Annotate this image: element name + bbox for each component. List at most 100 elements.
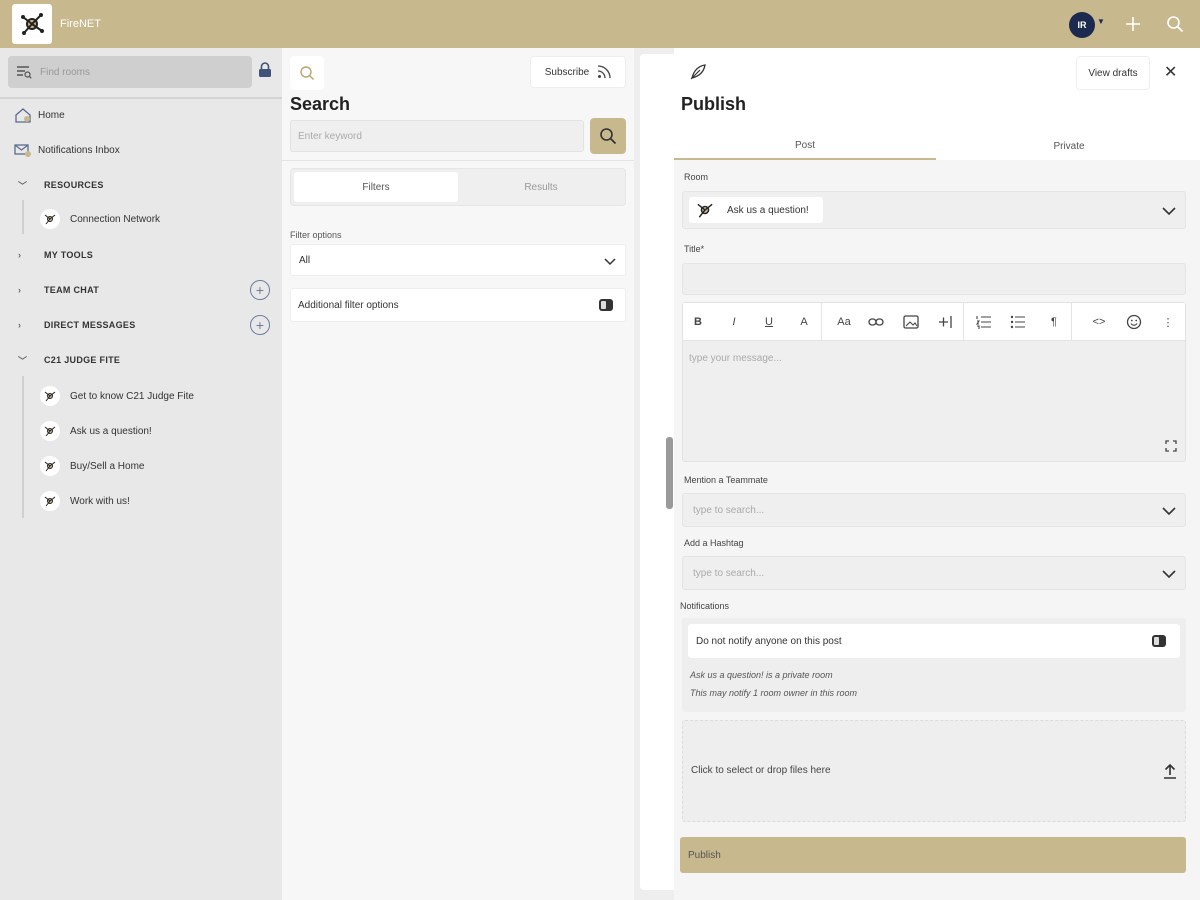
sidebar: Find rooms Home Notifications Inbox ﹀ RE…	[0, 48, 282, 900]
notify-note: Ask us a question! is a private room	[690, 670, 833, 680]
keyword-input[interactable]: Enter keyword	[290, 120, 584, 152]
search-submit-button[interactable]	[590, 118, 626, 154]
bold-button[interactable]: B	[687, 311, 709, 333]
additional-filter-row[interactable]: Additional filter options	[290, 288, 626, 322]
room-avatar-icon	[40, 456, 60, 476]
app-title: FireNET	[60, 18, 101, 30]
tab-filters[interactable]: Filters	[294, 172, 458, 202]
notify-toggle-row[interactable]: Do not notify anyone on this post	[688, 624, 1180, 658]
chevron-down-icon: ﹀	[18, 180, 28, 191]
room-label: Buy/Sell a Home	[70, 460, 145, 472]
mail-icon	[14, 144, 31, 157]
chevron-right-icon: ›	[18, 320, 22, 330]
search-icon[interactable]	[1164, 13, 1186, 35]
chevron-right-icon: ›	[18, 250, 22, 260]
room-avatar-icon	[40, 491, 60, 511]
publish-panel: View drafts ✕ Publish Post Private Room …	[674, 48, 1200, 900]
notifications-card: Do not notify anyone on this post Ask us…	[682, 618, 1186, 712]
insert-button[interactable]	[935, 311, 957, 333]
tab-results[interactable]: Results	[459, 172, 623, 202]
room-ask-question[interactable]: Ask us a question!	[40, 419, 152, 443]
room-label: Room	[684, 172, 709, 182]
mention-placeholder: type to search...	[693, 504, 765, 516]
keyword-placeholder: Enter keyword	[298, 130, 362, 142]
text-color-button[interactable]: A	[793, 311, 815, 333]
room-avatar-icon	[40, 386, 60, 406]
room-buy-sell[interactable]: Buy/Sell a Home	[40, 454, 144, 478]
toolbar-separator	[821, 303, 822, 341]
ordered-list-icon[interactable]	[973, 311, 995, 333]
add-icon[interactable]	[1122, 13, 1144, 35]
section-my-tools[interactable]: › MY TOOLS	[18, 244, 93, 266]
sidebar-divider	[0, 97, 282, 99]
editor-toolbar: B I U A Aa ¶ <> ⋮	[683, 303, 1185, 341]
expand-icon[interactable]	[1165, 440, 1177, 455]
add-direct-message-icon[interactable]: +	[250, 315, 270, 335]
paragraph-button[interactable]: ¶	[1043, 311, 1065, 333]
mention-input[interactable]: type to search...	[682, 493, 1186, 527]
search-title: Search	[290, 94, 351, 114]
image-icon[interactable]	[900, 311, 922, 333]
room-connection-network[interactable]: Connection Network	[40, 207, 160, 231]
app-logo[interactable]	[12, 4, 52, 44]
upload-icon	[1163, 763, 1177, 782]
hashtag-input[interactable]: type to search...	[682, 556, 1186, 590]
section-resources[interactable]: ﹀ RESOURCES	[18, 174, 104, 196]
chevron-down-icon	[1162, 570, 1176, 579]
tab-post[interactable]: Post	[674, 132, 936, 160]
home-icon	[15, 108, 31, 123]
more-options-button[interactable]: ⋮	[1157, 311, 1179, 333]
bullet-list-icon[interactable]	[1007, 311, 1029, 333]
section-label: C21 JUDGE FITE	[44, 355, 121, 365]
font-size-button[interactable]: Aa	[831, 311, 857, 333]
section-label: RESOURCES	[44, 180, 104, 190]
underline-button[interactable]: U	[758, 311, 780, 333]
filter-value: All	[299, 254, 311, 266]
filter-options-label: Filter options	[290, 230, 342, 240]
room-label: Work with us!	[70, 495, 130, 507]
filter-options-select[interactable]: All	[290, 244, 626, 276]
search-toggle-button[interactable]	[290, 56, 324, 90]
subscribe-button[interactable]: Subscribe	[530, 56, 626, 88]
close-icon[interactable]: ✕	[1164, 62, 1177, 82]
section-label: DIRECT MESSAGES	[44, 320, 136, 330]
room-value: Ask us a question!	[727, 204, 809, 216]
section-team-chat[interactable]: › TEAM CHAT	[18, 279, 99, 301]
additional-filter-label: Additional filter options	[298, 299, 399, 311]
file-drop-zone[interactable]: Click to select or drop files here	[682, 720, 1186, 822]
notify-toggle-label: Do not notify anyone on this post	[696, 635, 842, 647]
link-icon[interactable]	[865, 311, 887, 333]
section-judge-fite[interactable]: ﹀ C21 JUDGE FITE	[18, 349, 120, 371]
avatar-caret-icon[interactable]: ▼	[1097, 17, 1105, 26]
tree-line	[22, 200, 24, 234]
section-label: MY TOOLS	[44, 250, 94, 260]
code-button[interactable]: <>	[1088, 311, 1110, 333]
tab-private[interactable]: Private	[938, 132, 1200, 160]
panel-resize-handle[interactable]	[666, 437, 673, 509]
additional-filter-toggle[interactable]	[599, 299, 613, 311]
sidebar-item-notifications[interactable]: Notifications Inbox	[14, 139, 120, 161]
find-rooms-input[interactable]: Find rooms	[8, 56, 252, 88]
notify-toggle[interactable]	[1152, 635, 1166, 647]
chevron-down-icon	[1162, 207, 1176, 216]
room-chip: Ask us a question!	[689, 197, 823, 223]
add-team-chat-icon[interactable]: +	[250, 280, 270, 300]
italic-button[interactable]: I	[723, 311, 745, 333]
lock-icon[interactable]	[258, 62, 272, 81]
notify-note: This may notify 1 room owner in this roo…	[690, 688, 858, 698]
toolbar-separator	[963, 303, 964, 341]
filters-results-switch: Filters Results	[290, 168, 626, 206]
section-direct-messages[interactable]: › DIRECT MESSAGES	[18, 314, 136, 336]
room-select[interactable]: Ask us a question!	[682, 191, 1186, 229]
publish-button[interactable]: Publish	[680, 837, 1186, 873]
user-avatar[interactable]: IR	[1069, 12, 1095, 38]
view-drafts-button[interactable]: View drafts	[1076, 56, 1150, 90]
sidebar-item-home[interactable]: Home	[14, 104, 65, 126]
publish-header: View drafts ✕ Publish Post Private	[674, 48, 1200, 160]
emoji-icon[interactable]	[1123, 311, 1145, 333]
room-get-to-know[interactable]: Get to know C21 Judge Fite	[40, 384, 194, 408]
title-input[interactable]	[682, 263, 1186, 295]
room-work-with-us[interactable]: Work with us!	[40, 489, 130, 513]
tree-line	[22, 376, 24, 518]
message-editor[interactable]: B I U A Aa ¶ <> ⋮ type your message...	[682, 302, 1186, 462]
